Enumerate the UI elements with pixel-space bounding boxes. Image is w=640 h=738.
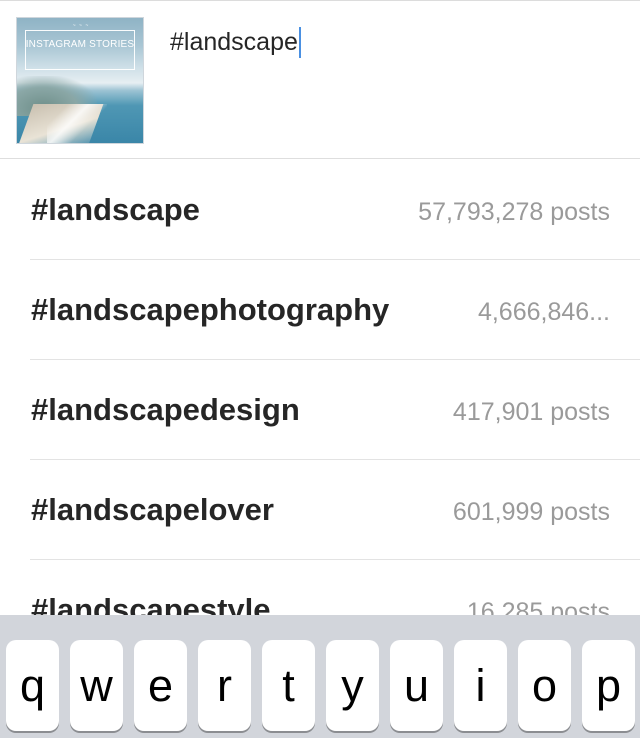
caption-input[interactable]: #landscape (170, 25, 301, 59)
compose-area: ~ ~ ~ INSTAGRAM STORIES #landscape (0, 1, 640, 159)
hashtag-post-count: 57,793,278 posts (418, 198, 610, 226)
hashtag-compose-screen: ~ ~ ~ INSTAGRAM STORIES #landscape #land… (0, 0, 640, 738)
hashtag-suggestion[interactable]: #landscapelover 601,999 posts (0, 460, 640, 560)
hashtag-suggestion[interactable]: #landscape 57,793,278 posts (0, 160, 640, 260)
hashtag-suggestions-list: #landscape 57,793,278 posts #landscapeph… (0, 160, 640, 660)
thumbnail-surf (47, 104, 107, 143)
key-u[interactable]: u (390, 640, 443, 731)
key-t[interactable]: t (262, 640, 315, 731)
onscreen-keyboard: q w e r t y u i o p (0, 615, 640, 738)
post-thumbnail[interactable]: ~ ~ ~ INSTAGRAM STORIES (16, 17, 144, 144)
key-r[interactable]: r (198, 640, 251, 731)
key-i[interactable]: i (454, 640, 507, 731)
key-w[interactable]: w (70, 640, 123, 731)
thumbnail-title: INSTAGRAM STORIES (25, 39, 135, 50)
hashtag-name: #landscapephotography (31, 292, 390, 327)
thumbnail-frame (25, 30, 135, 70)
key-e[interactable]: e (134, 640, 187, 731)
caption-text[interactable]: #landscape (170, 28, 298, 57)
hashtag-suggestion[interactable]: #landscapedesign 417,901 posts (0, 360, 640, 460)
key-p[interactable]: p (582, 640, 635, 731)
hashtag-name: #landscapedesign (31, 392, 300, 427)
key-q[interactable]: q (6, 640, 59, 731)
hashtag-post-count: 417,901 posts (452, 398, 610, 426)
hashtag-suggestion[interactable]: #landscapephotography 4,666,846... (0, 260, 640, 360)
hashtag-name: #landscapelover (31, 492, 274, 527)
key-y[interactable]: y (326, 640, 379, 731)
hashtag-post-count: 4,666,846... (477, 298, 610, 326)
key-o[interactable]: o (518, 640, 571, 731)
hashtag-name: #landscape (31, 192, 200, 227)
text-cursor (298, 26, 301, 58)
thumbnail-small-text: ~ ~ ~ (72, 23, 90, 29)
hashtag-post-count: 601,999 posts (452, 498, 610, 526)
